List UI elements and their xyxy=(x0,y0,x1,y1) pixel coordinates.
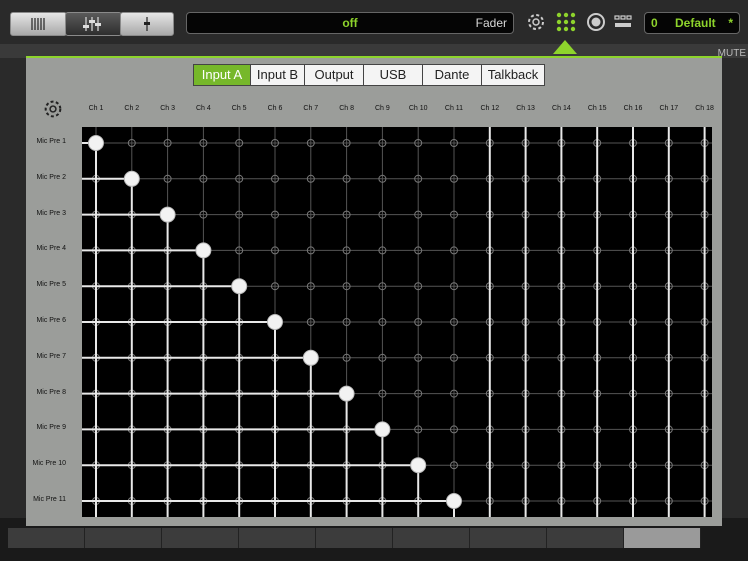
patch-matrix-grid[interactable] xyxy=(82,127,712,517)
status-text: off xyxy=(342,16,358,30)
route-node[interactable] xyxy=(231,278,248,295)
tab-label: USB xyxy=(379,67,407,82)
bottom-bar xyxy=(0,528,748,561)
channel-label: Ch 8 xyxy=(339,105,354,112)
mode-label: Fader xyxy=(475,16,507,30)
input-label: Mic Pre 8 xyxy=(36,388,66,396)
route-node[interactable] xyxy=(446,493,462,509)
input-label: Mic Pre 6 xyxy=(36,317,66,324)
channel-label: Ch 2 xyxy=(124,105,140,112)
route-node[interactable] xyxy=(123,170,140,187)
tab-label: Dante xyxy=(434,67,470,82)
tab-dante[interactable]: Dante xyxy=(422,64,482,86)
input-label: Mic Pre 10 xyxy=(32,460,66,468)
route-node[interactable] xyxy=(195,242,212,259)
bottom-cell[interactable] xyxy=(624,528,701,548)
bottom-cell[interactable] xyxy=(162,528,239,548)
mixer-view-button[interactable] xyxy=(10,12,67,36)
single-channel-button[interactable] xyxy=(120,12,174,36)
route-node[interactable] xyxy=(374,421,391,438)
input-label: Mic Pre 11 xyxy=(33,496,66,503)
channel-label: Ch 4 xyxy=(195,105,211,112)
settings-gear-icon[interactable] xyxy=(524,10,548,34)
channel-label: Ch 10 xyxy=(408,105,428,112)
tab-usb[interactable]: USB xyxy=(363,64,423,86)
channel-strips-icon xyxy=(31,18,45,30)
channel-label: Ch 9 xyxy=(374,105,390,112)
bottom-cell[interactable] xyxy=(393,528,470,548)
input-label: Mic Pre 9 xyxy=(36,424,66,432)
input-label: Mic Pre 3 xyxy=(36,209,66,217)
channel-label: Ch 18 xyxy=(695,105,714,112)
channel-label: Ch 5 xyxy=(231,105,247,112)
tab-input-b[interactable]: Input B xyxy=(250,64,305,86)
tab-talkback[interactable]: Talkback xyxy=(481,64,545,86)
input-label: Mic Pre 5 xyxy=(36,281,66,289)
popover-pointer xyxy=(553,40,577,54)
top-toolbar: off Fader 0 Default * xyxy=(0,0,748,44)
bottom-cell[interactable] xyxy=(239,528,316,548)
patch-settings-gear-icon[interactable] xyxy=(42,98,64,120)
source-tabs: Input A Input B Output USB Dante Talkbac… xyxy=(193,64,545,86)
input-label: Mic Pre 7 xyxy=(36,352,66,360)
single-fader-icon xyxy=(144,17,150,31)
tab-input-a[interactable]: Input A xyxy=(193,64,251,86)
bottom-cell[interactable] xyxy=(85,528,162,548)
bottom-cell[interactable] xyxy=(8,528,85,548)
tab-label: Input A xyxy=(201,67,243,82)
tab-label: Input B xyxy=(256,67,299,82)
status-display[interactable]: off Fader xyxy=(186,12,514,34)
route-node[interactable] xyxy=(410,457,427,474)
tab-label: Output xyxy=(314,67,354,82)
route-node[interactable] xyxy=(88,135,104,151)
scene-selector[interactable]: 0 Default * xyxy=(644,12,740,34)
channel-label: Ch 15 xyxy=(587,105,607,112)
channel-label: Ch 16 xyxy=(623,105,643,112)
channel-label: Ch 1 xyxy=(88,105,104,112)
bottom-cell[interactable] xyxy=(316,528,393,548)
record-icon[interactable] xyxy=(584,10,608,34)
tab-label: Talkback xyxy=(487,67,539,82)
channel-label: Ch 17 xyxy=(659,105,679,112)
scene-number: 0 xyxy=(651,16,658,30)
route-node[interactable] xyxy=(302,349,319,366)
bottom-cell[interactable] xyxy=(547,528,624,548)
channel-label: Ch 14 xyxy=(552,105,571,112)
meters-icon[interactable] xyxy=(612,10,636,34)
channel-label: Ch 6 xyxy=(267,105,283,112)
scene-name: Default xyxy=(675,16,716,30)
channel-label: Ch 7 xyxy=(303,105,319,112)
patch-panel: Input A Input B Output USB Dante Talkbac… xyxy=(26,56,722,526)
bottom-cell[interactable] xyxy=(470,528,547,548)
faders-view-button[interactable] xyxy=(65,12,122,36)
route-node[interactable] xyxy=(159,206,176,223)
patch-matrix-icon[interactable] xyxy=(554,10,578,34)
channel-label: Ch 13 xyxy=(516,105,535,112)
channel-label: Ch 3 xyxy=(160,105,175,112)
channel-label: Ch 12 xyxy=(480,105,500,112)
input-label: Mic Pre 4 xyxy=(36,245,66,253)
input-label: Mic Pre 1 xyxy=(36,138,66,145)
channel-label: Ch 11 xyxy=(444,105,464,112)
route-node[interactable] xyxy=(267,314,283,330)
scene-modified-indicator: * xyxy=(728,16,733,30)
tab-output[interactable]: Output xyxy=(304,64,364,86)
route-node[interactable] xyxy=(338,385,355,402)
faders-icon xyxy=(83,17,101,31)
input-label: Mic Pre 2 xyxy=(36,173,66,181)
patch-matrix[interactable] xyxy=(82,127,712,517)
background-right-edge: MUTE xyxy=(718,48,748,518)
